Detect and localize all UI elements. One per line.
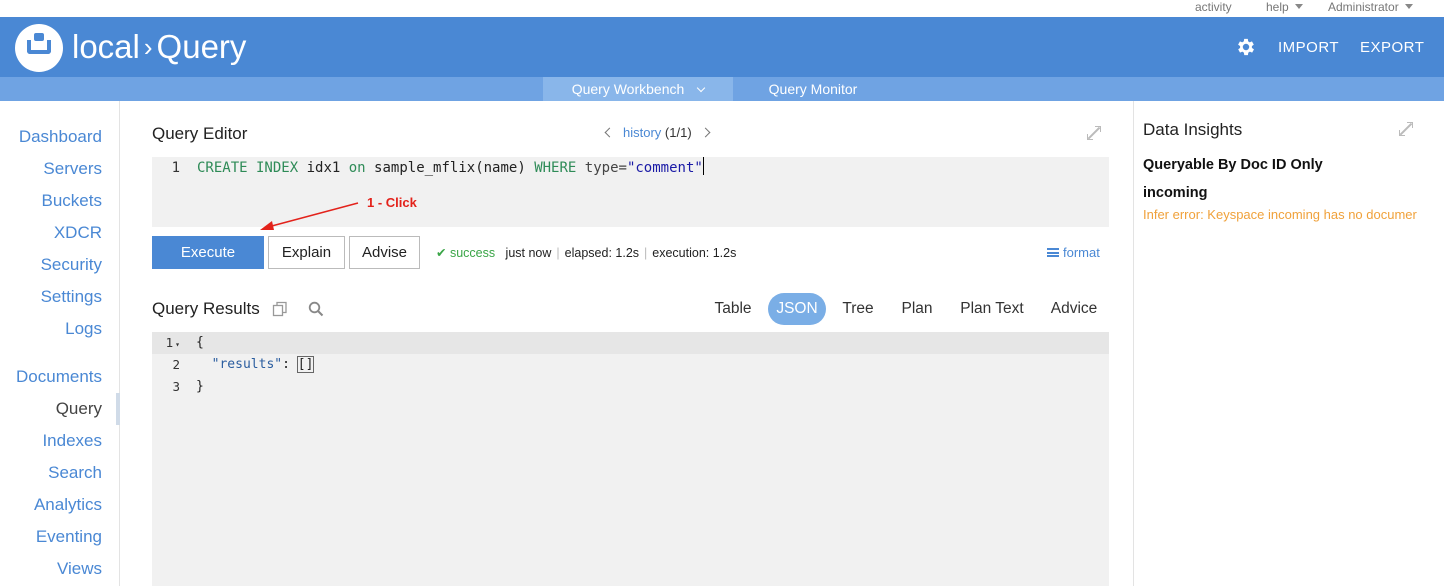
execute-button[interactable]: Execute: [152, 236, 264, 269]
sidebar-item-indexes[interactable]: Indexes: [42, 431, 102, 451]
tab-query-monitor-label: Query Monitor: [768, 81, 858, 97]
query-status: ✔ success just now | elapsed: 1.2s | executi…: [436, 246, 737, 260]
history-nav: history (1/1): [604, 125, 711, 140]
chevron-down-icon: [697, 83, 706, 93]
format-label: format: [1063, 245, 1100, 260]
data-insights-panel: Data Insights Queryable By Doc ID Only i…: [1133, 101, 1444, 586]
active-line-highlight: [152, 332, 1109, 354]
user-menu[interactable]: Administrator: [1328, 0, 1413, 15]
results-viewer[interactable]: 1 ▾ { 2 "results": [] 3 }: [152, 332, 1109, 586]
sidebar-item-search[interactable]: Search: [48, 463, 102, 483]
cluster-name: local: [72, 28, 140, 65]
data-insights-title: Data Insights: [1143, 120, 1243, 139]
code-keyword: WHERE: [534, 160, 577, 176]
export-button[interactable]: EXPORT: [1360, 39, 1424, 56]
code-keyword: CREATE INDEX: [197, 160, 299, 176]
advise-button[interactable]: Advise: [349, 236, 420, 269]
check-icon: ✔: [436, 246, 447, 260]
code-identifier: type=: [584, 160, 627, 176]
sub-navigation: Query Workbench Query Monitor: [0, 77, 1444, 101]
code-identifier: idx1: [306, 160, 341, 176]
tab-json[interactable]: JSON: [768, 293, 826, 325]
chevron-down-icon: [1404, 4, 1413, 9]
history-count: (1/1): [664, 125, 692, 140]
sidebar-nav: Dashboard Servers Buckets XDCR Security …: [0, 101, 120, 586]
status-result: success: [449, 246, 496, 260]
infer-error-message: Infer error: Keyspace incoming has no do…: [1143, 207, 1417, 222]
query-code[interactable]: CREATE INDEX idx1 on sample_mflix(name) …: [197, 157, 704, 179]
status-elapsed: elapsed: 1.2s: [564, 246, 640, 260]
tab-query-monitor[interactable]: Query Monitor: [743, 77, 883, 101]
chevron-right-icon[interactable]: [700, 127, 711, 138]
line-number: 1 ▾: [165, 335, 180, 350]
help-label: help: [1266, 0, 1289, 14]
text-cursor: [702, 157, 704, 175]
line-number: 2: [172, 357, 180, 372]
tab-query-workbench[interactable]: Query Workbench: [543, 77, 733, 101]
sidebar-item-views[interactable]: Views: [57, 559, 102, 579]
tab-advice[interactable]: Advice: [1040, 293, 1108, 325]
query-editor-title: Query Editor: [152, 124, 248, 143]
annotation-arrow-icon: [260, 202, 359, 230]
copy-icon[interactable]: [272, 301, 288, 317]
line-number: 3: [172, 379, 180, 394]
history-link[interactable]: history: [623, 125, 661, 140]
page-title: local › Query: [72, 25, 246, 69]
activity-link[interactable]: activity: [1195, 0, 1232, 15]
sidebar-item-buckets[interactable]: Buckets: [42, 191, 102, 211]
sidebar-item-logs[interactable]: Logs: [65, 319, 102, 339]
tab-table[interactable]: Table: [705, 293, 761, 325]
sidebar-item-dashboard[interactable]: Dashboard: [19, 127, 102, 147]
sidebar-item-xdcr[interactable]: XDCR: [54, 223, 102, 243]
sidebar-item-eventing[interactable]: Eventing: [36, 527, 102, 547]
click-annotation-label: 1 - Click: [367, 195, 417, 210]
search-icon[interactable]: [308, 301, 324, 317]
keyspace-name[interactable]: incoming: [1143, 185, 1207, 201]
top-utility-bar: activity help Administrator: [0, 0, 1444, 17]
chevron-down-icon: [1294, 4, 1303, 9]
tab-plan[interactable]: Plan: [892, 293, 942, 325]
sidebar-item-documents[interactable]: Documents: [16, 367, 102, 387]
format-button[interactable]: format: [1047, 245, 1100, 260]
tab-plan-text[interactable]: Plan Text: [952, 293, 1032, 325]
json-key: "results": [211, 357, 283, 372]
json-line: {: [196, 335, 204, 350]
gear-icon[interactable]: [1235, 36, 1257, 58]
json-colon: :: [282, 357, 298, 372]
tab-query-workbench-label: Query Workbench: [571, 81, 685, 97]
chevron-left-icon[interactable]: [604, 127, 615, 138]
json-line: "results": []: [196, 354, 315, 376]
explain-button[interactable]: Explain: [268, 236, 345, 269]
sidebar-item-settings[interactable]: Settings: [41, 287, 102, 307]
json-value: []: [296, 356, 315, 373]
insight-heading: Queryable By Doc ID Only: [1143, 157, 1323, 173]
fold-toggle-icon[interactable]: ▾: [175, 340, 180, 349]
line-number: 1: [171, 160, 180, 176]
code-string: "comment": [626, 160, 703, 176]
sidebar-item-query[interactable]: Query: [56, 399, 102, 419]
help-menu[interactable]: help: [1266, 0, 1303, 15]
json-line: }: [196, 379, 204, 394]
couchbase-logo-icon[interactable]: [15, 24, 63, 72]
app-header: local › Query IMPORT EXPORT: [0, 17, 1444, 77]
user-label: Administrator: [1328, 0, 1399, 14]
sidebar-item-analytics[interactable]: Analytics: [34, 495, 102, 515]
breadcrumb-separator: ›: [143, 32, 153, 62]
code-identifier: sample_mflix(name): [374, 160, 526, 176]
format-icon: [1047, 248, 1059, 257]
expand-insights-icon[interactable]: [1399, 122, 1413, 136]
code-keyword: on: [348, 160, 366, 176]
status-execution: execution: 1.2s: [652, 246, 737, 260]
query-results-title: Query Results: [152, 299, 260, 318]
import-button[interactable]: IMPORT: [1278, 39, 1339, 56]
page-name: Query: [156, 28, 247, 65]
sidebar-item-security[interactable]: Security: [41, 255, 102, 275]
status-time: just now: [505, 246, 552, 260]
expand-editor-icon[interactable]: [1087, 126, 1101, 140]
tab-tree[interactable]: Tree: [833, 293, 883, 325]
query-workbench: Query Editor history (1/1) 1 CREATE INDE…: [120, 101, 1133, 586]
sidebar-item-servers[interactable]: Servers: [43, 159, 102, 179]
